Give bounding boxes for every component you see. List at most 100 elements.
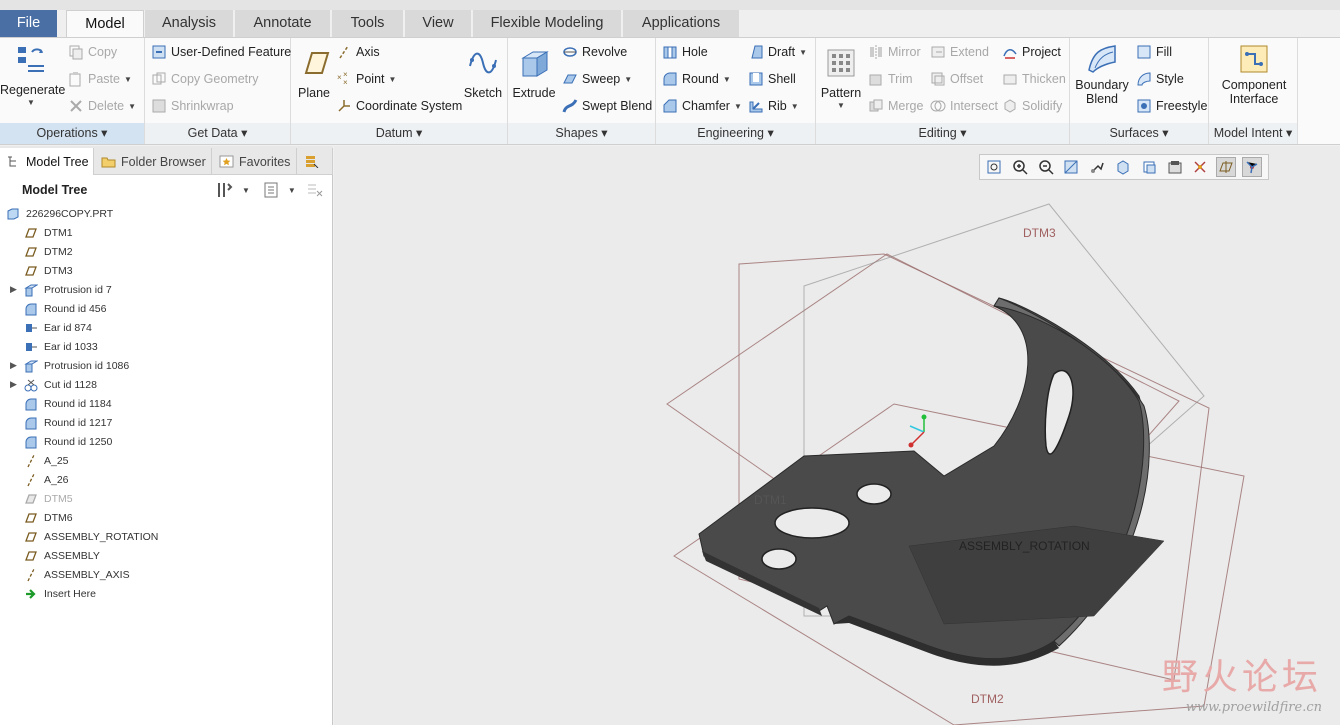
swept-blend-icon bbox=[562, 99, 578, 113]
tab-applications[interactable]: Applications bbox=[623, 10, 740, 37]
boundary-blend-button[interactable]: Boundary Blend bbox=[1072, 42, 1132, 106]
tab-model[interactable]: Model bbox=[66, 10, 144, 39]
tree-item-dtm3[interactable]: DTM3 bbox=[0, 261, 73, 280]
dtm2-label[interactable]: DTM2 bbox=[971, 692, 1004, 706]
draft-button[interactable]: Draft ▼ bbox=[748, 42, 807, 62]
tab-tools[interactable]: Tools bbox=[332, 10, 404, 37]
3d-scene[interactable]: DTM3 DTM2 DTM1 ASSEMBLY_ROTATION bbox=[334, 146, 1340, 725]
tree-item-assembly[interactable]: ASSEMBLY bbox=[0, 546, 100, 565]
tree-item-round-456[interactable]: Round id 456 bbox=[0, 299, 106, 318]
tree-item-dtm6[interactable]: DTM6 bbox=[0, 508, 73, 527]
hole-button[interactable]: Hole bbox=[662, 42, 708, 62]
round-button[interactable]: Round ▼ bbox=[662, 69, 731, 89]
coordinate-system-button[interactable]: Coordinate System bbox=[336, 96, 462, 116]
intersect-button[interactable]: Intersect bbox=[930, 96, 998, 116]
get-data-group-label[interactable]: Get Data ▾ bbox=[145, 123, 290, 144]
tree-item-round-1250[interactable]: Round id 1250 bbox=[0, 432, 112, 451]
chamfer-button[interactable]: Chamfer ▼ bbox=[662, 96, 742, 116]
ear-icon bbox=[26, 342, 37, 351]
model-intent-group-label[interactable]: Model Intent ▾ bbox=[1209, 123, 1297, 144]
engineering-group-label[interactable]: Engineering ▾ bbox=[656, 123, 815, 144]
tree-item-round-1217[interactable]: Round id 1217 bbox=[0, 413, 112, 432]
bracket-part[interactable] bbox=[698, 297, 1165, 666]
point-button[interactable]: × × × Point ▼ bbox=[336, 69, 396, 89]
assembly-rotation-label[interactable]: ASSEMBLY_ROTATION bbox=[959, 539, 1090, 553]
revolve-button[interactable]: Revolve bbox=[562, 42, 627, 62]
tree-item-part[interactable]: 226296COPY.PRT bbox=[0, 204, 113, 223]
paste-button[interactable]: Paste ▼ bbox=[68, 69, 132, 89]
axis-button[interactable]: Axis bbox=[336, 42, 380, 62]
tree-item-assembly-axis[interactable]: ASSEMBLY_AXIS bbox=[0, 565, 130, 584]
tree-item-protrusion-1086[interactable]: ▶ Protrusion id 1086 bbox=[0, 356, 129, 375]
tree-item-protrusion-7[interactable]: ▶ Protrusion id 7 bbox=[0, 280, 112, 299]
tab-analysis[interactable]: Analysis bbox=[145, 10, 234, 37]
datum-plane-icon bbox=[25, 227, 37, 238]
freestyle-button[interactable]: Freestyle bbox=[1136, 96, 1207, 116]
chevron-down-icon[interactable]: ▼ bbox=[288, 186, 296, 195]
user-defined-feature-button[interactable]: User-Defined Feature bbox=[151, 42, 291, 62]
shapes-group-label[interactable]: Shapes ▾ bbox=[508, 123, 655, 144]
tree-item-ear-1033[interactable]: Ear id 1033 bbox=[0, 337, 98, 356]
offset-button[interactable]: Offset bbox=[930, 69, 983, 89]
merge-button[interactable]: Merge bbox=[868, 96, 923, 116]
chevron-down-icon[interactable]: ▼ bbox=[818, 101, 864, 110]
datum-group-label[interactable]: Datum ▾ bbox=[291, 123, 507, 144]
solidify-button[interactable]: Solidify bbox=[1002, 96, 1062, 116]
project-button[interactable]: Project bbox=[1002, 42, 1061, 62]
tree-item-insert-here[interactable]: Insert Here bbox=[0, 584, 96, 603]
copy-button[interactable]: Copy bbox=[68, 42, 117, 62]
dtm3-label[interactable]: DTM3 bbox=[1023, 226, 1056, 240]
trim-button[interactable]: Trim bbox=[868, 69, 913, 89]
tree-item-ear-874[interactable]: Ear id 874 bbox=[0, 318, 92, 337]
tree-item-dtm1[interactable]: DTM1 bbox=[0, 223, 73, 242]
pattern-button[interactable]: Pattern ▼ bbox=[818, 46, 864, 110]
chevron-down-icon[interactable]: ▼ bbox=[242, 186, 250, 195]
tree-show-icon[interactable] bbox=[262, 181, 280, 199]
surfaces-group-label[interactable]: Surfaces ▾ bbox=[1070, 123, 1208, 144]
dtm1-label[interactable]: DTM1 bbox=[754, 493, 787, 507]
tab-file[interactable]: File bbox=[0, 10, 58, 37]
extend-icon bbox=[931, 46, 945, 58]
tree-item-a26[interactable]: A_26 bbox=[0, 470, 69, 489]
tab-favorites[interactable]: Favorites bbox=[213, 148, 297, 175]
fill-button[interactable]: Fill bbox=[1136, 42, 1172, 62]
tab-annotate[interactable]: Annotate bbox=[235, 10, 331, 37]
editing-group-label[interactable]: Editing ▾ bbox=[816, 123, 1069, 144]
tree-item-dtm2[interactable]: DTM2 bbox=[0, 242, 73, 261]
component-interface-button[interactable]: Component Interface bbox=[1213, 42, 1295, 106]
tree-item-dtm5[interactable]: DTM5 bbox=[0, 489, 73, 508]
tree-item-assembly-rotation[interactable]: ASSEMBLY_ROTATION bbox=[0, 527, 158, 546]
panel-settings-tab[interactable] bbox=[298, 148, 333, 175]
expand-arrow-icon[interactable]: ▶ bbox=[10, 360, 20, 371]
tab-folder-browser[interactable]: Folder Browser bbox=[95, 148, 212, 175]
copy-geometry-button[interactable]: Copy Geometry bbox=[151, 69, 259, 89]
swept-blend-button[interactable]: Swept Blend bbox=[562, 96, 652, 116]
mirror-button[interactable]: Mirror bbox=[868, 42, 921, 62]
delete-button[interactable]: Delete ▼ bbox=[68, 96, 136, 116]
operations-group-label[interactable]: Operations ▾ bbox=[0, 123, 144, 144]
tab-flexible-modeling[interactable]: Flexible Modeling bbox=[473, 10, 622, 37]
thicken-button[interactable]: Thicken bbox=[1002, 69, 1066, 89]
tree-settings-icon[interactable] bbox=[216, 181, 234, 199]
tree-item-round-1184[interactable]: Round id 1184 bbox=[0, 394, 112, 413]
quick-access-strip bbox=[0, 0, 1340, 10]
sketch-button[interactable]: Sketch bbox=[463, 46, 503, 100]
chevron-down-icon[interactable]: ▼ bbox=[0, 98, 62, 107]
expand-arrow-icon[interactable]: ▶ bbox=[10, 284, 20, 295]
shrinkwrap-button[interactable]: Shrinkwrap bbox=[151, 96, 234, 116]
shell-button[interactable]: Shell bbox=[748, 69, 796, 89]
graphics-viewport[interactable]: DTM3 DTM2 DTM1 ASSEMBLY_ROTATION 野火论坛 ww… bbox=[334, 146, 1340, 725]
tree-filter-icon[interactable] bbox=[306, 181, 324, 199]
tab-view[interactable]: View bbox=[405, 10, 472, 37]
tab-model-tree[interactable]: Model Tree bbox=[0, 148, 94, 175]
plane-button[interactable]: Plane bbox=[295, 46, 333, 100]
extrude-button[interactable]: Extrude bbox=[512, 46, 556, 100]
style-button[interactable]: Style bbox=[1136, 69, 1184, 89]
regenerate-button[interactable]: Regenerate ▼ bbox=[0, 43, 65, 107]
expand-arrow-icon[interactable]: ▶ bbox=[10, 379, 20, 390]
tree-item-cut-1128[interactable]: ▶ Cut id 1128 bbox=[0, 375, 97, 394]
tree-item-a25[interactable]: A_25 bbox=[0, 451, 69, 470]
extend-button[interactable]: Extend bbox=[930, 42, 989, 62]
rib-button[interactable]: Rib ▼ bbox=[748, 96, 799, 116]
sweep-button[interactable]: Sweep ▼ bbox=[562, 69, 632, 89]
